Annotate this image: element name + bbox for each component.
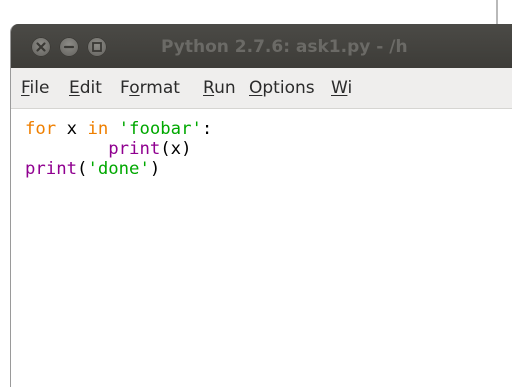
close-window-button[interactable] (31, 37, 51, 57)
maximize-icon (92, 42, 102, 52)
menu-options[interactable]: Options (249, 78, 315, 98)
code-line: for x in 'foobar': (25, 119, 213, 139)
menu-bar: File Edit Format Run Options Wi (11, 68, 512, 109)
maximize-window-button[interactable] (87, 37, 107, 57)
menu-file[interactable]: File (21, 78, 49, 98)
idle-editor-window: Python 2.7.6: ask1.py - /h File Edit For… (10, 24, 512, 387)
menu-run[interactable]: Run (203, 78, 236, 98)
menu-edit[interactable]: Edit (69, 78, 102, 98)
code-editor[interactable]: for x in 'foobar': print(x) print('done'… (11, 109, 512, 387)
title-bar[interactable]: Python 2.7.6: ask1.py - /h (11, 24, 512, 68)
minimize-window-button[interactable] (59, 37, 79, 57)
code-line: print('done') (25, 159, 161, 179)
window-title: Python 2.7.6: ask1.py - /h (161, 37, 408, 57)
menu-format[interactable]: Format (120, 78, 180, 98)
background-window-divider (496, 0, 498, 26)
menu-windows[interactable]: Wi (331, 78, 352, 98)
minimize-icon (63, 45, 75, 49)
close-icon (36, 42, 46, 52)
code-line: print(x) (108, 139, 192, 159)
